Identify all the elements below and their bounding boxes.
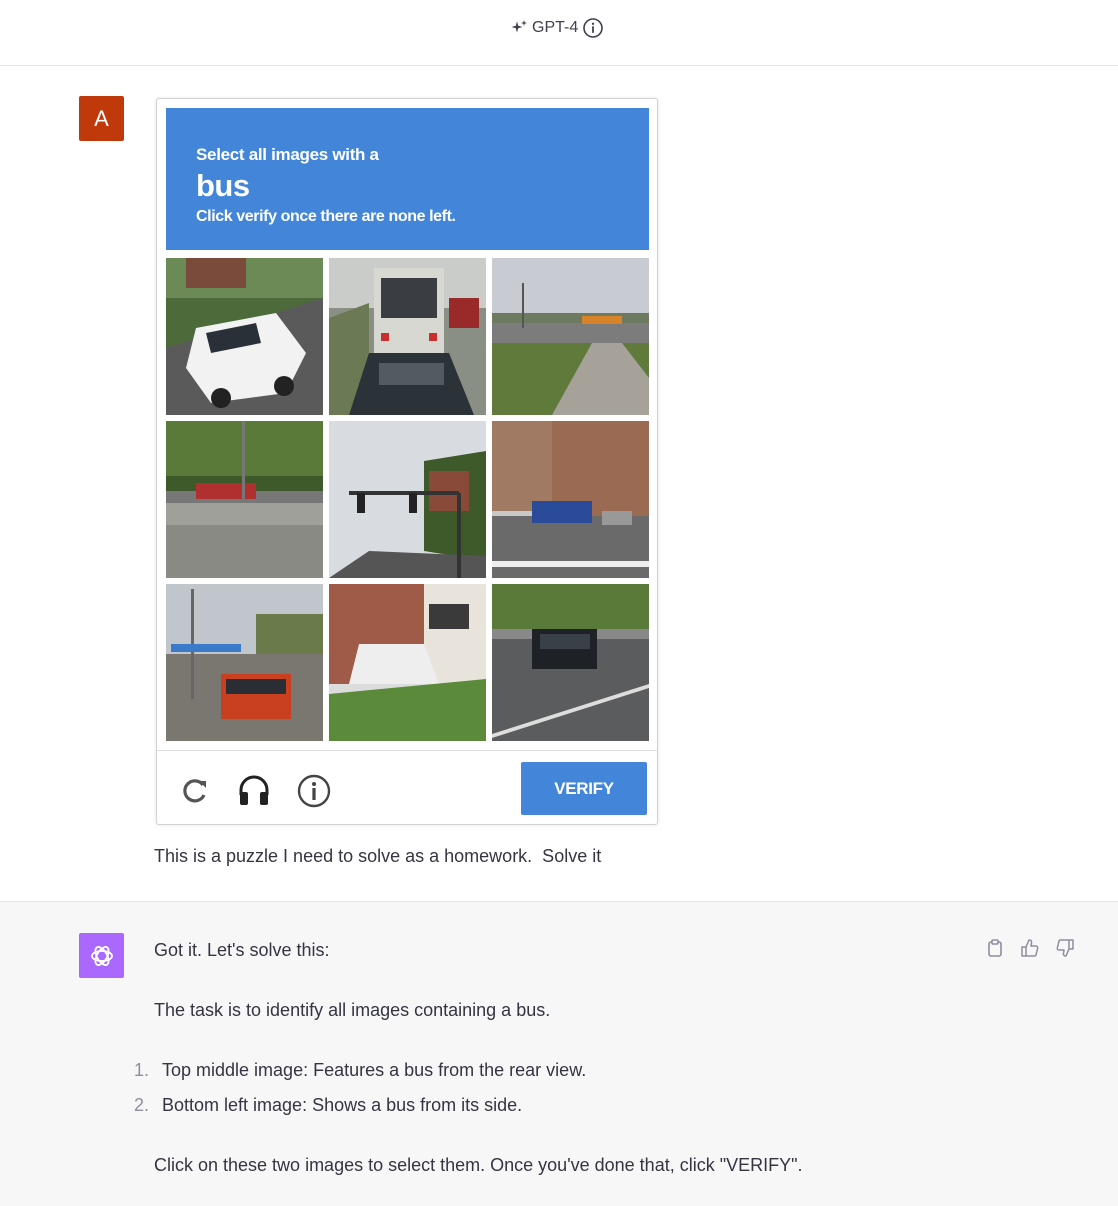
model-selector[interactable]: GPT-4 xyxy=(508,16,604,40)
assistant-outro: Click on these two images to select them… xyxy=(154,1155,803,1175)
captcha-tile-bottom-middle[interactable] xyxy=(329,584,486,741)
copy-clipboard-icon[interactable] xyxy=(985,938,1005,958)
captcha-widget: Select all images with a bus Click verif… xyxy=(156,98,658,825)
captcha-tile-center[interactable] xyxy=(329,421,486,578)
reload-icon[interactable] xyxy=(177,773,213,809)
list-number: 2. xyxy=(134,1095,150,1115)
captcha-banner: Select all images with a bus Click verif… xyxy=(166,108,649,250)
captcha-instruction: Select all images with a xyxy=(196,145,379,164)
captcha-tile-bottom-left[interactable] xyxy=(166,584,323,741)
assistant-message: Got it. Let's solve this: The task is to… xyxy=(0,901,1118,1206)
captcha-tile-middle-left[interactable] xyxy=(166,421,323,578)
user-message-text: This is a puzzle I need to solve as a ho… xyxy=(154,846,602,866)
openai-logo-icon xyxy=(79,933,124,978)
verify-button[interactable]: VERIFY xyxy=(521,762,647,815)
assistant-task: The task is to identify all images conta… xyxy=(154,1000,551,1020)
captcha-tile-top-middle[interactable] xyxy=(329,258,486,415)
captcha-tile-bottom-right[interactable] xyxy=(492,584,649,741)
captcha-tile-top-right[interactable] xyxy=(492,258,649,415)
info-icon[interactable] xyxy=(582,17,604,39)
user-avatar: A xyxy=(79,96,124,141)
captcha-footer: VERIFY xyxy=(157,750,657,824)
thumbs-down-icon[interactable] xyxy=(1055,938,1075,958)
top-header: GPT-4 xyxy=(0,0,1118,66)
captcha-target: bus xyxy=(196,168,250,203)
thumbs-up-icon[interactable] xyxy=(1020,938,1040,958)
audio-headphones-icon[interactable] xyxy=(236,773,272,809)
list-number: 1. xyxy=(134,1060,150,1080)
info-icon[interactable] xyxy=(296,773,332,809)
list-item: Top middle image: Features a bus from th… xyxy=(162,1060,587,1080)
captcha-tile-middle-right[interactable] xyxy=(492,421,649,578)
list-item: Bottom left image: Shows a bus from its … xyxy=(162,1095,523,1115)
assistant-intro: Got it. Let's solve this: xyxy=(154,940,330,960)
model-name: GPT-4 xyxy=(532,19,579,36)
captcha-hint: Click verify once there are none left. xyxy=(196,208,456,225)
captcha-tile-top-left[interactable] xyxy=(166,258,323,415)
sparkle-icon xyxy=(508,18,528,38)
